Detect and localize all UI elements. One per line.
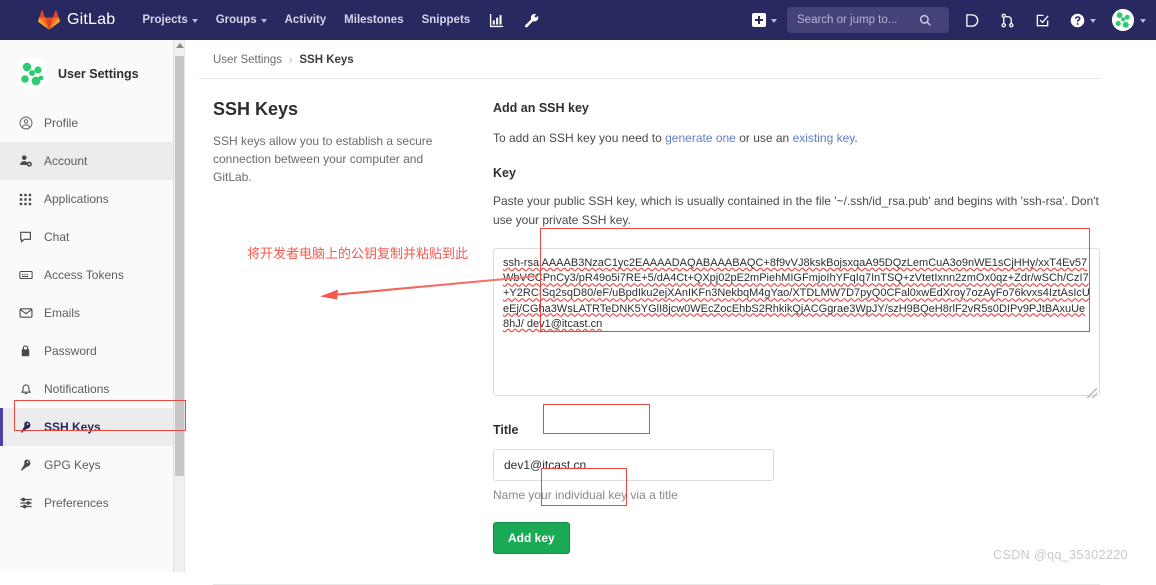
sidebar-item-label: Notifications — [44, 382, 110, 396]
sidebar-item-label: Applications — [44, 192, 109, 206]
sidebar-item-profile[interactable]: Profile — [0, 104, 184, 142]
apps-grid-icon — [18, 192, 33, 207]
sidebar-item-label: GPG Keys — [44, 458, 101, 472]
avatar[interactable] — [1112, 9, 1134, 31]
chat-bubble-icon — [18, 230, 33, 245]
sidebar-item-applications[interactable]: Applications — [0, 180, 184, 218]
sidebar-item-label: Chat — [44, 230, 70, 244]
nav-link-projects[interactable]: Projects — [133, 0, 206, 40]
nav-link-snippets[interactable]: Snippets — [413, 0, 480, 40]
key-icon — [18, 420, 33, 435]
chevron-down-icon — [191, 18, 198, 23]
key-field-help: Paste your public SSH key, which is usua… — [493, 194, 1099, 227]
wrench-admin-icon[interactable] — [514, 13, 549, 28]
gitlab-logo-icon — [38, 9, 60, 31]
chevron-down-icon — [1090, 18, 1096, 23]
sidebar-item-emails[interactable]: Emails — [0, 294, 184, 332]
scroll-up-arrow-icon[interactable] — [175, 43, 184, 48]
sidebar-header: User Settings — [0, 50, 184, 104]
sidebar-item-notifications[interactable]: Notifications — [0, 370, 184, 408]
envelope-icon — [18, 306, 33, 321]
search-input[interactable] — [795, 13, 919, 27]
navbar-links: Projects Groups Activity Milestones Snip… — [133, 0, 549, 40]
sidebar-item-label: Emails — [44, 306, 81, 320]
search-icon — [919, 14, 931, 26]
sidebar-item-ssh-keys[interactable]: SSH Keys — [0, 408, 184, 446]
todos-icon[interactable] — [1025, 13, 1060, 28]
key-field-label: Key — [493, 166, 516, 180]
sidebar-item-label: Account — [44, 154, 88, 168]
sidebar-item-label: Password — [44, 344, 97, 358]
plus-icon — [752, 13, 766, 27]
gitlab-brand-label: GitLab — [67, 11, 116, 28]
key-textarea-wrap — [493, 248, 1100, 401]
bell-icon — [18, 382, 33, 397]
sidebar-item-account[interactable]: Account — [0, 142, 184, 180]
annotation-note: 将开发者电脑上的公钥复制并粘贴到此 — [247, 247, 469, 262]
chevron-down-icon[interactable] — [1140, 18, 1146, 23]
title-input[interactable] — [493, 449, 774, 481]
user-circle-icon — [18, 116, 33, 131]
key-icon — [18, 458, 33, 473]
page-body: User Settings Profile Account Applicatio… — [0, 40, 1156, 585]
breadcrumb-separator-icon: › — [289, 54, 293, 66]
navbar-right-area — [744, 7, 1146, 33]
sidebar-item-preferences[interactable]: Preferences — [0, 484, 184, 522]
sidebar-item-access-tokens[interactable]: Access Tokens — [0, 256, 184, 294]
nav-link-activity[interactable]: Activity — [276, 0, 336, 40]
add-key-button[interactable]: Add key — [493, 522, 570, 554]
sidebar-item-label: Access Tokens — [44, 268, 124, 282]
chevron-down-icon — [260, 18, 267, 23]
sidebar-title: User Settings — [58, 67, 139, 81]
form-intro-after: . — [854, 131, 858, 145]
textarea-resize-handle[interactable] — [1087, 388, 1097, 398]
sidebar-item-gpg-keys[interactable]: GPG Keys — [0, 446, 184, 484]
breadcrumb-current: SSH Keys — [299, 54, 354, 66]
chevron-down-icon — [771, 18, 777, 23]
sidebar-item-label: Preferences — [44, 496, 109, 510]
sidebar-scrollbar[interactable] — [173, 40, 184, 572]
nav-link-groups-label: Groups — [215, 14, 257, 26]
sidebar-item-label: Profile — [44, 116, 79, 130]
merge-requests-icon[interactable] — [990, 13, 1025, 28]
account-gear-icon — [18, 154, 33, 169]
page-description: SSH keys allow you to establish a secure… — [213, 134, 433, 184]
nav-link-milestones[interactable]: Milestones — [335, 0, 412, 40]
settings-section: SSH Keys SSH keys allow you to establish… — [185, 79, 1156, 554]
annotation-arrow-icon — [320, 274, 539, 300]
existing-key-link[interactable]: existing key — [793, 131, 855, 145]
title-field-help: Name your individual key via a title — [493, 488, 678, 502]
help-icon[interactable] — [1060, 13, 1106, 28]
sidebar-item-label: SSH Keys — [44, 420, 101, 434]
sidebar-item-chat[interactable]: Chat — [0, 218, 184, 256]
form-heading: Add an SSH key — [493, 101, 589, 115]
nav-link-projects-label: Projects — [142, 14, 188, 26]
breadcrumb-root[interactable]: User Settings — [213, 54, 282, 66]
sidebar: User Settings Profile Account Applicatio… — [0, 40, 185, 572]
breadcrumb: User Settings › SSH Keys — [199, 40, 1100, 79]
user-avatar — [16, 58, 48, 90]
form-intro-before: To add an SSH key you need to — [493, 131, 666, 145]
sliders-icon — [18, 496, 33, 511]
issues-icon[interactable] — [955, 13, 990, 28]
top-navbar: GitLab Projects Groups Activity Mileston… — [0, 0, 1156, 40]
scrollbar-thumb[interactable] — [175, 56, 184, 476]
gitlab-brand[interactable]: GitLab — [38, 9, 115, 31]
create-new-button[interactable] — [744, 13, 785, 27]
title-field-label: Title — [493, 423, 519, 437]
search-box[interactable] — [787, 7, 949, 33]
form-intro: To add an SSH key you need to generate o… — [493, 129, 1100, 148]
token-card-icon — [18, 268, 33, 283]
ssh-key-form: Add an SSH key To add an SSH key you nee… — [493, 99, 1100, 554]
section-description-column: SSH Keys SSH keys allow you to establish… — [213, 99, 493, 554]
form-intro-middle: or use an — [735, 131, 793, 145]
generate-one-link[interactable]: generate one — [665, 131, 736, 145]
watermark: CSDN @qq_35302220 — [993, 548, 1128, 562]
analytics-chart-icon[interactable] — [479, 13, 514, 28]
sidebar-item-password[interactable]: Password — [0, 332, 184, 370]
lock-icon — [18, 344, 33, 359]
page-title: SSH Keys — [213, 99, 299, 119]
key-textarea[interactable] — [493, 248, 1100, 396]
nav-link-groups[interactable]: Groups — [207, 0, 276, 40]
